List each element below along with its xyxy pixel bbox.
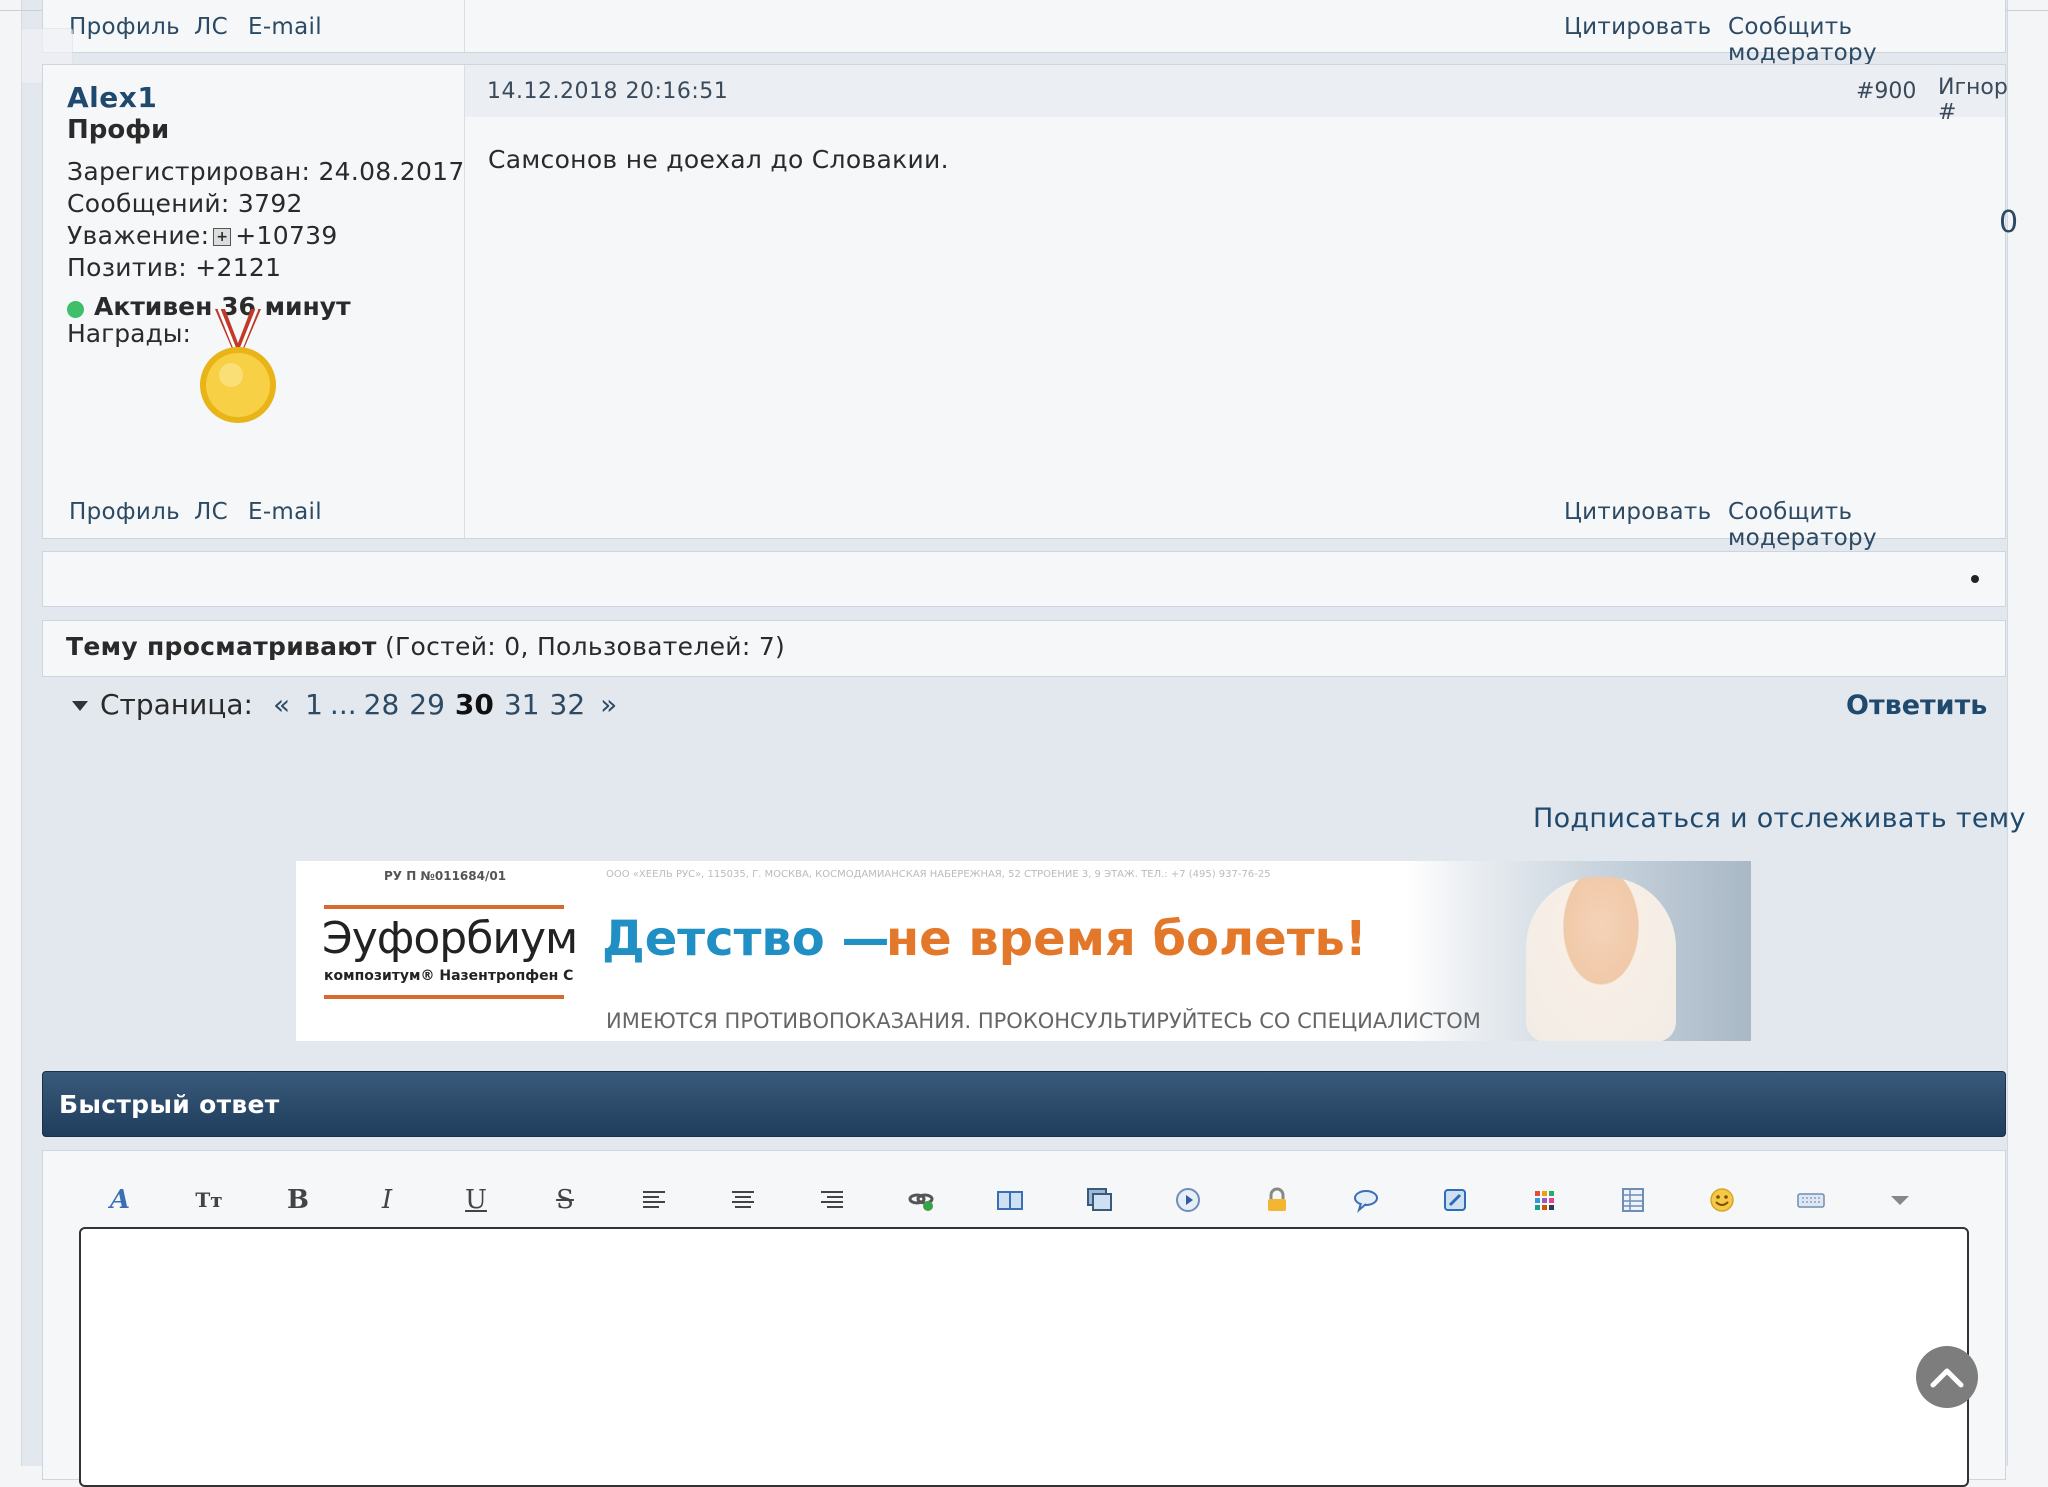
page-link-28[interactable]: 28 — [364, 688, 400, 721]
smiley-icon[interactable] — [1702, 1180, 1742, 1220]
online-status-icon — [67, 301, 84, 318]
subscribe-link[interactable]: Подписаться и отслеживать тему — [1533, 803, 2026, 834]
post-date: 14.12.2018 20:16:51 — [487, 79, 729, 104]
font-icon[interactable]: A — [100, 1180, 140, 1220]
next-page-link[interactable]: » — [600, 688, 617, 721]
editor-toolbar: A Tт B I U S — [100, 1180, 1920, 1220]
ad-brand: Эуфорбиум — [322, 913, 578, 964]
previous-post-footer: Профиль ЛС E-mail Цитировать Сообщить мо… — [42, 0, 2006, 66]
email-link[interactable]: E-mail — [248, 499, 322, 525]
page-ellipsis: ... — [329, 688, 357, 721]
align-center-icon[interactable] — [723, 1180, 763, 1220]
bold-icon[interactable]: B — [278, 1180, 318, 1220]
respect-stat: Уважение: + +10739 — [67, 221, 338, 250]
page-link-29[interactable]: 29 — [409, 688, 445, 721]
scroll-to-top-button[interactable] — [1916, 1346, 1978, 1408]
pm-link[interactable]: ЛС — [194, 14, 228, 40]
respect-label: Уважение: — [67, 221, 210, 250]
message-count: Сообщений: 3792 — [67, 189, 303, 218]
ad-slogan-orange: не время болеть! — [886, 911, 1367, 967]
triangle-down-icon[interactable] — [72, 700, 88, 711]
code-icon[interactable] — [1435, 1180, 1475, 1220]
table-icon[interactable] — [1613, 1180, 1653, 1220]
empty-panel — [42, 551, 2006, 607]
play-icon[interactable] — [1168, 1180, 1208, 1220]
prev-page-link[interactable]: « — [273, 688, 290, 721]
awards-label: Награды: — [67, 319, 191, 348]
respect-value: +10739 — [235, 221, 338, 250]
post-score: 0 — [1999, 205, 2019, 240]
ad-brand-subtitle: композитум® Назентропфен С — [324, 968, 574, 984]
page-link-31[interactable]: 31 — [504, 688, 540, 721]
ad-registration: РУ П №011684/01 — [384, 869, 507, 883]
link-icon[interactable] — [901, 1180, 941, 1220]
email-link[interactable]: E-mail — [248, 14, 322, 40]
chevron-up-icon — [1930, 1368, 1964, 1388]
report-link[interactable]: Сообщить модератору — [1728, 499, 2005, 551]
profile-link[interactable]: Профиль — [69, 14, 180, 40]
quick-reply-header: Быстрый ответ — [42, 1071, 2006, 1137]
plus-icon[interactable]: + — [213, 228, 232, 246]
reply-textarea[interactable] — [79, 1227, 1969, 1487]
keyboard-icon[interactable] — [1791, 1180, 1831, 1220]
post-author-rank: Профи — [67, 115, 170, 145]
speech-bubble-icon[interactable] — [1346, 1180, 1386, 1220]
profile-link[interactable]: Профиль — [69, 499, 180, 525]
forum-post: Alex1 Профи Зарегистрирован: 24.08.2017 … — [42, 64, 2018, 551]
quote-link[interactable]: Цитировать — [1564, 14, 1711, 40]
pm-link[interactable]: ЛС — [194, 499, 228, 525]
positive-stat: Позитив: +2121 — [67, 253, 282, 282]
gold-medal-icon — [200, 309, 276, 423]
post-number[interactable]: #900 — [1856, 79, 1916, 104]
page-link-32[interactable]: 32 — [550, 688, 586, 721]
viewers-counts: (Гостей: 0, Пользователей: 7) — [376, 632, 786, 661]
viewers-info: Тему просматривают (Гостей: 0, Пользоват… — [66, 632, 785, 661]
dropdown-arrow-icon[interactable] — [1880, 1180, 1920, 1220]
quote-link[interactable]: Цитировать — [1564, 499, 1711, 525]
quick-reply-title: Быстрый ответ — [59, 1090, 280, 1119]
italic-icon[interactable]: I — [367, 1180, 407, 1220]
ad-child-image — [1526, 877, 1676, 1041]
post-body: Самсонов не доехал до Словакии. — [488, 145, 949, 174]
align-right-icon[interactable] — [812, 1180, 852, 1220]
ignore-link[interactable]: Игнор # — [1938, 75, 2008, 125]
ad-divider — [324, 995, 564, 999]
registered-date: Зарегистрирован: 24.08.2017 — [67, 157, 465, 186]
strikethrough-icon[interactable]: S — [545, 1180, 585, 1220]
page-link-1[interactable]: 1 — [305, 688, 323, 721]
bullet-icon — [1971, 575, 1979, 583]
current-page: 30 — [454, 688, 494, 721]
underline-icon[interactable]: U — [456, 1180, 496, 1220]
color-grid-icon[interactable] — [1524, 1180, 1564, 1220]
media-icon[interactable] — [1079, 1180, 1119, 1220]
ad-fine-print: ООО «ХЕЕЛЬ РУС», 115035, Г. МОСКВА, КОСМ… — [606, 869, 1271, 880]
pagination: Страница: « 1 ... 28 29 30 31 32 » — [72, 688, 627, 721]
post-author-name[interactable]: Alex1 — [67, 81, 157, 114]
report-link[interactable]: Сообщить модератору — [1728, 14, 2005, 66]
font-size-icon[interactable]: Tт — [189, 1180, 229, 1220]
book-icon[interactable] — [990, 1180, 1030, 1220]
pagination-label: Страница: — [100, 688, 253, 721]
reply-button[interactable]: Ответить — [1846, 690, 1987, 721]
align-left-icon[interactable] — [634, 1180, 674, 1220]
viewers-heading: Тему просматривают — [66, 632, 377, 661]
lock-icon[interactable] — [1257, 1180, 1297, 1220]
ad-disclaimer: ИМЕЮТСЯ ПРОТИВОПОКАЗАНИЯ. ПРОКОНСУЛЬТИРУ… — [606, 1009, 1481, 1033]
ad-divider — [324, 905, 564, 909]
ad-banner[interactable]: РУ П №011684/01 ООО «ХЕЕЛЬ РУС», 115035,… — [296, 861, 1751, 1041]
ad-slogan-blue: Детство — — [602, 911, 890, 967]
